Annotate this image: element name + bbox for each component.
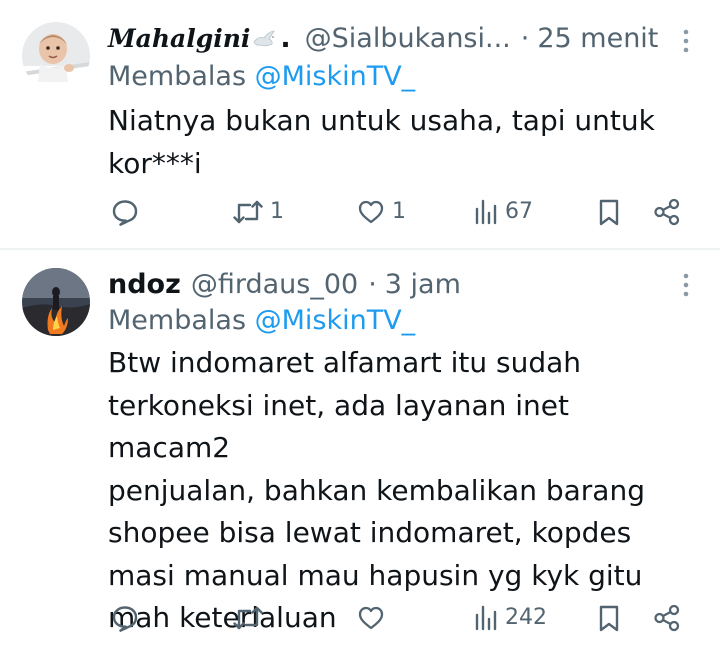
replying-to: Membalas @MiskinTV_ [108,302,415,340]
heart-icon [356,197,386,227]
retweet-icon [232,603,264,633]
heart-icon [356,603,386,633]
tweet[interactable]: ndoz @firdaus_00 · 3 jam Membalas @Miski… [0,250,720,658]
tweet-text: Niatnya bukan untuk usaha, tapi untuk ko… [108,104,655,180]
retweet-count: 1 [270,199,284,224]
bookmark-button[interactable] [596,197,622,227]
reply-target-link[interactable]: @MiskinTV_ [255,61,416,92]
share-button[interactable] [652,197,682,227]
tweet-header: Mahalgini . @Sialbukansi... · 25 menit [108,20,660,58]
meta-separator: · [520,23,530,54]
tweet[interactable]: Mahalgini . @Sialbukansi... · 25 menit M… [0,0,720,248]
tweet-header: ndoz @firdaus_00 · 3 jam [108,266,660,304]
like-button[interactable]: 1 [356,197,406,227]
action-bar: 242 [0,603,720,637]
reply-button[interactable] [110,603,146,633]
reply-icon [110,603,140,633]
tweet-text: Btw indomaret alfamart itu sudah terkone… [108,346,645,634]
more-vertical-icon[interactable] [682,272,690,298]
retweet-button[interactable]: 1 [232,197,284,227]
reply-icon [110,197,140,227]
reply-target-link[interactable]: @MiskinTV_ [255,305,416,336]
replying-to-label: Membalas [108,61,247,92]
user-handle[interactable]: @firdaus_00 [191,266,358,304]
user-handle[interactable]: @Sialbukansi... [305,20,511,58]
views-count: 67 [505,199,533,224]
avatar[interactable] [22,268,90,336]
name-suffix: . [280,23,291,54]
views-chart-icon [473,603,499,633]
reply-feed: Mahalgini . @Sialbukansi... · 25 menit M… [0,0,720,658]
views-count: 242 [505,605,547,630]
replying-to-label: Membalas [108,305,247,336]
reply-button[interactable] [110,197,146,227]
views-chart-icon [473,197,499,227]
retweet-button[interactable] [232,603,270,633]
timestamp[interactable]: 3 jam [385,266,461,304]
views-button[interactable]: 242 [473,603,547,633]
retweet-icon [232,197,264,227]
like-count: 1 [392,199,406,224]
bookmark-button[interactable] [596,603,622,633]
meta-separator: · [368,269,377,300]
timestamp[interactable]: 25 menit [537,20,658,58]
display-name[interactable]: ndoz [108,266,181,304]
share-icon [652,603,682,633]
replying-to: Membalas @MiskinTV_ [108,58,415,96]
views-button[interactable]: 67 [473,197,533,227]
dove-emoji-icon [252,25,276,49]
bookmark-icon [596,603,622,633]
action-bar: 1 1 67 [0,197,720,231]
bookmark-icon [596,197,622,227]
share-button[interactable] [652,603,682,633]
avatar[interactable] [22,22,90,90]
more-vertical-icon[interactable] [682,28,690,54]
display-name[interactable]: Mahalgini [108,20,250,58]
share-icon [652,197,682,227]
like-button[interactable] [356,603,392,633]
